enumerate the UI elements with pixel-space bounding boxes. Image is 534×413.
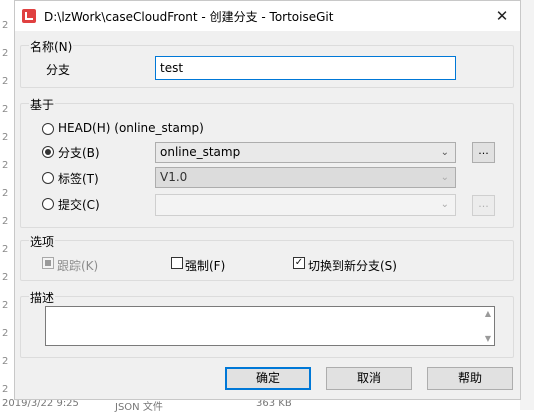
tag-select-value: V1.0 (160, 170, 188, 184)
background-scrollbar (520, 0, 534, 410)
background-window-left-strip: 2 2 2 2 2 2 2 2 2 2 2 2 2 2 (0, 0, 14, 410)
base-group-label: 基于 (29, 96, 56, 113)
branch-name-label: 分支 (46, 63, 71, 77)
ok-button[interactable]: 确定 (225, 367, 311, 390)
switch-branch-checkbox-label[interactable]: 切换到新分支(S) (308, 257, 397, 274)
switch-branch-checkbox[interactable]: ✓ (293, 257, 305, 269)
branch-select[interactable]: online_stamp ⌄ (155, 142, 456, 163)
background-column: 2 2 2 2 2 2 2 2 2 2 2 2 2 2 (2, 20, 9, 395)
window-title: D:\lzWork\caseCloudFront - 创建分支 - Tortoi… (44, 10, 334, 24)
help-button[interactable]: 帮助 (427, 367, 513, 390)
tag-radio[interactable] (42, 172, 54, 184)
chevron-down-icon: ⌄ (440, 172, 449, 183)
force-checkbox-label[interactable]: 强制(F) (185, 257, 225, 274)
description-group-label: 描述 (29, 289, 56, 306)
close-button[interactable]: ✕ (494, 7, 510, 25)
browse-branch-button[interactable]: ... (472, 142, 495, 163)
tortoisegit-app-icon (22, 9, 36, 23)
branch-name-input[interactable] (155, 56, 456, 80)
background-file-type: JSON 文件 (115, 402, 163, 413)
scroll-up-icon[interactable]: ▲ (485, 309, 491, 318)
description-textarea[interactable]: ▲ ▼ (45, 306, 495, 346)
track-checkbox-label: 跟踪(K) (57, 259, 99, 273)
branch-select-value: online_stamp (160, 145, 241, 159)
force-checkbox[interactable] (171, 257, 183, 269)
branch-radio-label[interactable]: 分支(B) (58, 144, 100, 161)
tag-select[interactable]: V1.0 ⌄ (155, 167, 456, 188)
commit-select[interactable]: ⌄ (155, 194, 456, 216)
tag-radio-label[interactable]: 标签(T) (58, 170, 99, 187)
track-checkbox[interactable] (42, 257, 54, 269)
chevron-down-icon: ⌄ (440, 199, 449, 210)
head-radio-label[interactable]: HEAD(H) (online_stamp) (58, 121, 204, 135)
browse-commit-button[interactable]: ... (472, 195, 495, 216)
title-bar: D:\lzWork\caseCloudFront - 创建分支 - Tortoi… (15, 1, 520, 31)
head-radio[interactable] (42, 123, 54, 135)
chevron-down-icon: ⌄ (440, 147, 449, 158)
create-branch-dialog: D:\lzWork\caseCloudFront - 创建分支 - Tortoi… (14, 0, 521, 400)
commit-radio[interactable] (42, 198, 54, 210)
branch-radio[interactable] (42, 146, 54, 158)
name-group-label: 名称(N) (29, 38, 74, 55)
commit-radio-label[interactable]: 提交(C) (58, 196, 100, 213)
options-group-label: 选项 (29, 233, 56, 250)
cancel-button[interactable]: 取消 (326, 367, 412, 390)
scroll-down-icon[interactable]: ▼ (485, 334, 491, 343)
